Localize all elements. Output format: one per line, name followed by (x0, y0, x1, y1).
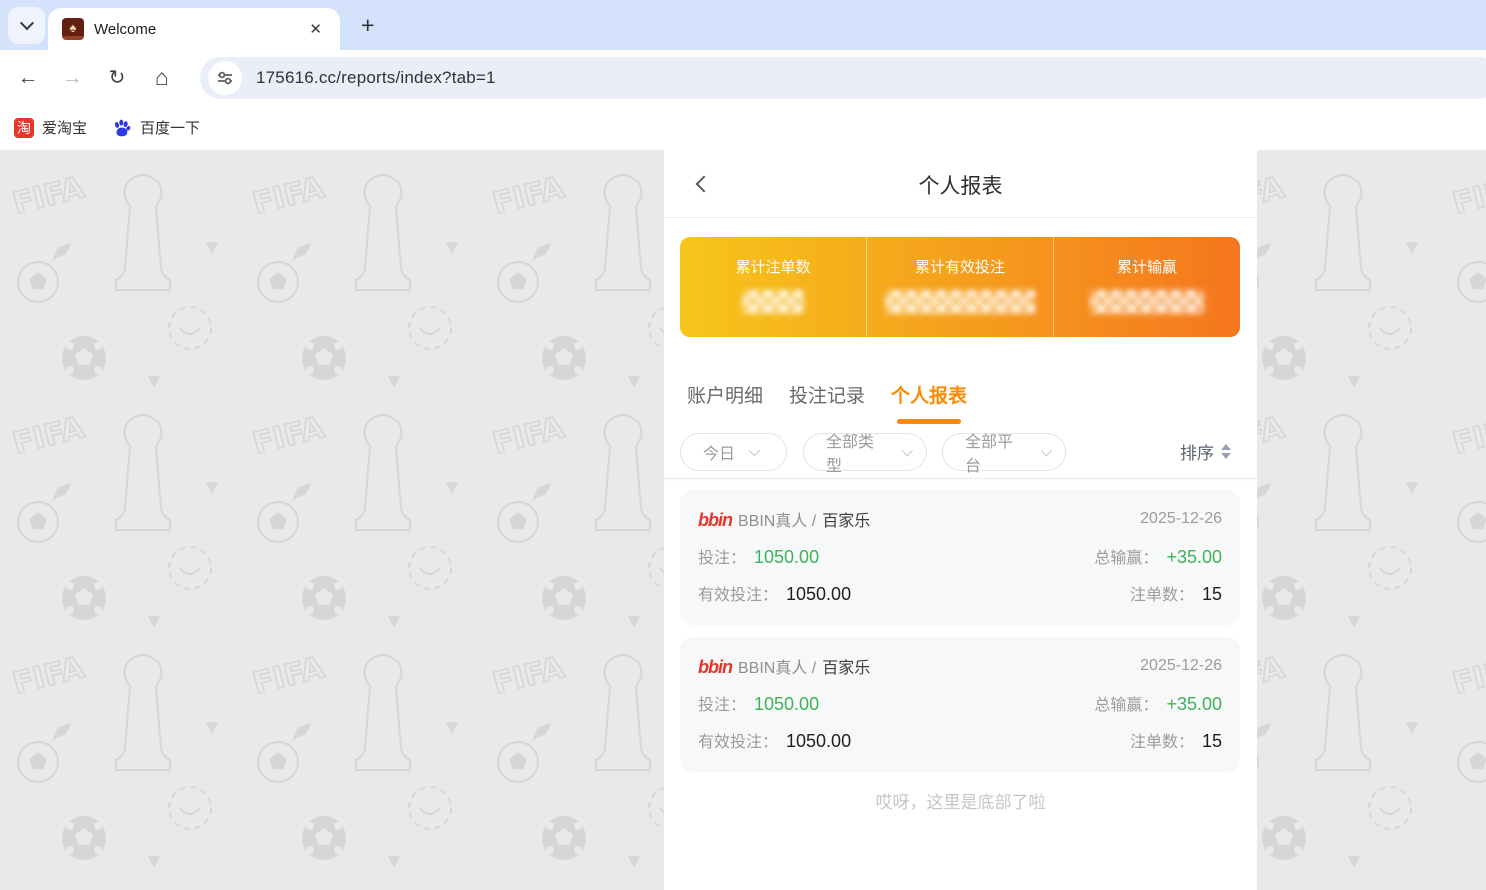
site-favicon-icon: ♠ (62, 18, 84, 40)
summary-col-win-loss: 累计输赢 (1053, 237, 1240, 337)
sort-arrows-icon (1221, 444, 1231, 459)
bbin-logo-icon: bbin (698, 510, 732, 531)
valid-bet-label: 有效投注： (698, 581, 778, 605)
bet-value: 1050.00 (754, 694, 819, 715)
dropdown-value: 今日 (703, 440, 735, 464)
bookmark-taobao[interactable]: 淘 爱淘宝 (14, 105, 87, 150)
record-game: 百家乐 (822, 507, 870, 531)
bookmark-label: 爱淘宝 (42, 117, 87, 138)
sort-label: 排序 (1180, 439, 1214, 464)
record-date: 2025-12-26 (1140, 510, 1222, 528)
panel-header: 个人报表 (664, 150, 1257, 218)
bookmark-label: 百度一下 (140, 117, 200, 138)
bookmark-baidu[interactable]: 百度一下 (112, 105, 200, 150)
tab-account-details[interactable]: 账户明细 (687, 363, 763, 424)
record-category: BBIN真人 / (738, 507, 816, 531)
count-label: 注单数： (1130, 581, 1194, 605)
reload-icon[interactable]: ↻ (99, 50, 135, 105)
end-of-list-note: 哎呀，这里是底部了啦 (664, 788, 1257, 813)
taobao-icon: 淘 (14, 118, 34, 138)
summary-label: 累计输赢 (1117, 256, 1177, 277)
baidu-paw-icon (112, 118, 132, 138)
valid-bet-label: 有效投注： (698, 728, 778, 752)
home-icon[interactable]: ⌂ (144, 50, 180, 105)
platform-filter-dropdown[interactable]: 全部平台 (942, 433, 1066, 471)
date-filter-dropdown[interactable]: 今日 (680, 433, 787, 471)
browser-tab[interactable]: ♠ Welcome ✕ (48, 8, 340, 50)
report-record-card[interactable]: bbin BBIN真人 / 百家乐 2025-12-26 投注： 1050.00… (680, 637, 1240, 772)
report-panel: 个人报表 累计注单数 累计有效投注 累计输赢 账户明细 投注记录 (664, 150, 1257, 890)
tab-personal-report[interactable]: 个人报表 (891, 363, 967, 424)
count-value: 15 (1202, 731, 1222, 752)
win-value: +35.00 (1166, 694, 1222, 715)
summary-col-bets-count: 累计注单数 (680, 237, 866, 337)
browser-toolbar: ← → ↻ ⌂ 175616.cc/reports/index?tab=1 (0, 50, 1486, 105)
forward-icon[interactable]: → (54, 50, 90, 105)
back-icon[interactable]: ← (10, 50, 46, 105)
count-label: 注单数： (1130, 728, 1194, 752)
chevron-down-icon (19, 16, 33, 30)
address-bar[interactable]: 175616.cc/reports/index?tab=1 (200, 57, 1486, 99)
tab-strip: ♠ Welcome ✕ + (0, 0, 1486, 50)
chevron-down-icon (749, 445, 760, 456)
browser-window: ♠ Welcome ✕ + ← → ↻ ⌂ 175616.cc/reports/… (0, 0, 1486, 890)
chevron-down-icon (902, 445, 913, 456)
dropdown-value: 全部平台 (965, 428, 1027, 476)
page-content: FIFA (0, 150, 1486, 890)
tab-title: Welcome (94, 21, 305, 38)
count-value: 15 (1202, 584, 1222, 605)
section-tabs: 账户明细 投注记录 个人报表 (687, 363, 967, 424)
masked-value (742, 290, 804, 314)
summary-col-valid-bets: 累计有效投注 (866, 237, 1053, 337)
page-title: 个人报表 (664, 170, 1257, 200)
filter-bar: 今日 全部类型 全部平台 排序 (664, 433, 1257, 478)
sort-control[interactable]: 排序 (1180, 439, 1231, 464)
win-label: 总输赢： (1094, 691, 1158, 715)
bet-label: 投注： (698, 691, 746, 715)
bbin-logo-icon: bbin (698, 657, 732, 678)
valid-bet-value: 1050.00 (786, 731, 851, 752)
site-settings-icon[interactable] (208, 61, 242, 95)
active-tab-underline (897, 419, 961, 424)
win-value: +35.00 (1166, 547, 1222, 568)
masked-value (885, 290, 1035, 314)
record-date: 2025-12-26 (1140, 657, 1222, 675)
masked-value (1090, 290, 1204, 314)
valid-bet-value: 1050.00 (786, 584, 851, 605)
divider (664, 478, 1257, 479)
record-game: 百家乐 (822, 654, 870, 678)
type-filter-dropdown[interactable]: 全部类型 (803, 433, 927, 471)
summary-label: 累计有效投注 (915, 256, 1005, 277)
record-category: BBIN真人 / (738, 654, 816, 678)
tab-label: 个人报表 (891, 386, 967, 407)
report-record-card[interactable]: bbin BBIN真人 / 百家乐 2025-12-26 投注： 1050.00… (680, 490, 1240, 625)
tune-icon (216, 69, 234, 87)
summary-label: 累计注单数 (735, 256, 810, 277)
bet-value: 1050.00 (754, 547, 819, 568)
summary-card: 累计注单数 累计有效投注 累计输赢 (680, 237, 1240, 337)
tab-bet-records[interactable]: 投注记录 (789, 363, 865, 424)
new-tab-button[interactable]: + (355, 10, 380, 41)
bookmarks-bar: 淘 爱淘宝 百度一下 (0, 105, 1486, 150)
tab-search-button[interactable] (8, 7, 45, 44)
chevron-down-icon (1041, 445, 1052, 456)
url-text[interactable]: 175616.cc/reports/index?tab=1 (256, 68, 496, 88)
dropdown-value: 全部类型 (826, 428, 888, 476)
bet-label: 投注： (698, 544, 746, 568)
win-label: 总输赢： (1094, 544, 1158, 568)
tab-close-icon[interactable]: ✕ (305, 18, 326, 40)
